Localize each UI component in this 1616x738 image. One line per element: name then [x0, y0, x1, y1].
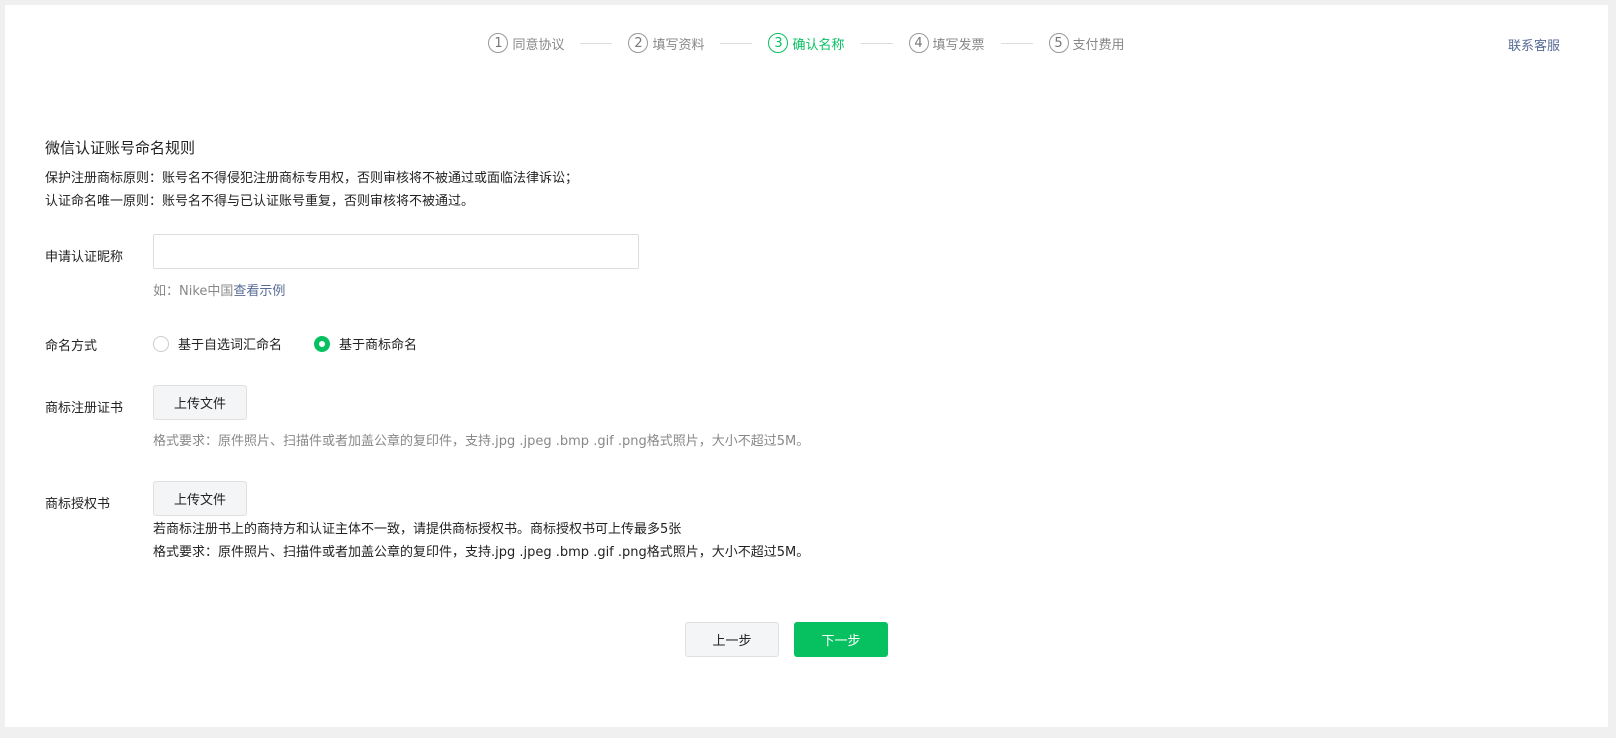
step-5-label: 支付费用: [1072, 37, 1125, 53]
step-3-number: 3: [768, 33, 789, 53]
step-1-label: 同意协议: [512, 37, 565, 53]
view-example-link[interactable]: 查看示例: [233, 284, 285, 299]
main-card: 1 同意协议 2 填写资料 3 确认名称 4 填写发票 5 支付费用 联系客服 …: [5, 5, 1608, 727]
step-3-label: 确认名称: [792, 37, 845, 53]
step-3: 3 确认名称: [768, 33, 845, 53]
auth-note: 若商标注册书上的商持方和认证主体不一致，请提供商标授权书。商标授权书可上传最多5…: [153, 522, 682, 537]
radio-custom-words-label: 基于自选词汇命名: [178, 338, 283, 353]
nickname-input[interactable]: [153, 234, 639, 269]
upload-cert-button[interactable]: 上传文件: [153, 385, 247, 420]
radio-custom-words[interactable]: 基于自选词汇命名: [153, 334, 282, 353]
step-divider: [580, 42, 613, 44]
step-1: 1 同意协议: [488, 33, 564, 53]
step-2: 2 填写资料: [628, 33, 704, 53]
trademark-cert-label: 商标注册证书: [45, 401, 124, 416]
radio-unchecked-icon: [153, 335, 169, 352]
radio-trademark-label: 基于商标命名: [339, 338, 418, 353]
step-divider: [1000, 42, 1033, 44]
step-5-number: 5: [1048, 33, 1069, 53]
step-4: 4 填写发票: [908, 33, 985, 53]
step-2-number: 2: [628, 33, 649, 53]
nickname-hint-example: 如：Nike中国: [153, 284, 234, 299]
naming-method-radio-group: 基于自选词汇命名 基于商标命名: [153, 334, 449, 353]
auth-format-hint: 格式要求：原件照片、扫描件或者加盖公章的复印件，支持.jpg .jpeg .bm…: [153, 545, 810, 560]
nickname-hint: 如：Nike中国查看示例: [153, 280, 285, 299]
rule-unique: 认证命名唯一原则：账号名不得与已认证账号重复，否则审核将不被通过。: [45, 194, 475, 209]
contact-support-link[interactable]: 联系客服: [1508, 35, 1560, 54]
step-4-number: 4: [908, 33, 929, 53]
rules-title: 微信认证账号命名规则: [45, 139, 196, 157]
rule-trademark: 保护注册商标原则：账号名不得侵犯注册商标专用权，否则审核将不被通过或面临法律诉讼…: [45, 171, 579, 186]
radio-checked-icon: [314, 335, 331, 352]
nickname-label: 申请认证昵称: [45, 250, 124, 265]
next-step-button[interactable]: 下一步: [794, 622, 888, 657]
prev-step-button[interactable]: 上一步: [685, 622, 779, 657]
trademark-auth-label: 商标授权书: [45, 497, 111, 512]
naming-method-label: 命名方式: [45, 339, 98, 354]
step-4-label: 填写发票: [932, 37, 985, 53]
step-2-label: 填写资料: [652, 37, 705, 53]
upload-auth-button[interactable]: 上传文件: [153, 481, 247, 516]
radio-trademark[interactable]: 基于商标命名: [314, 334, 417, 353]
cert-format-hint: 格式要求：原件照片、扫描件或者加盖公章的复印件，支持.jpg .jpeg .bm…: [153, 434, 810, 449]
step-5: 5 支付费用: [1048, 33, 1125, 53]
step-1-number: 1: [488, 33, 509, 53]
step-divider: [860, 42, 893, 44]
step-indicator: 1 同意协议 2 填写资料 3 确认名称 4 填写发票 5 支付费用: [5, 33, 1608, 53]
step-divider: [720, 42, 753, 44]
